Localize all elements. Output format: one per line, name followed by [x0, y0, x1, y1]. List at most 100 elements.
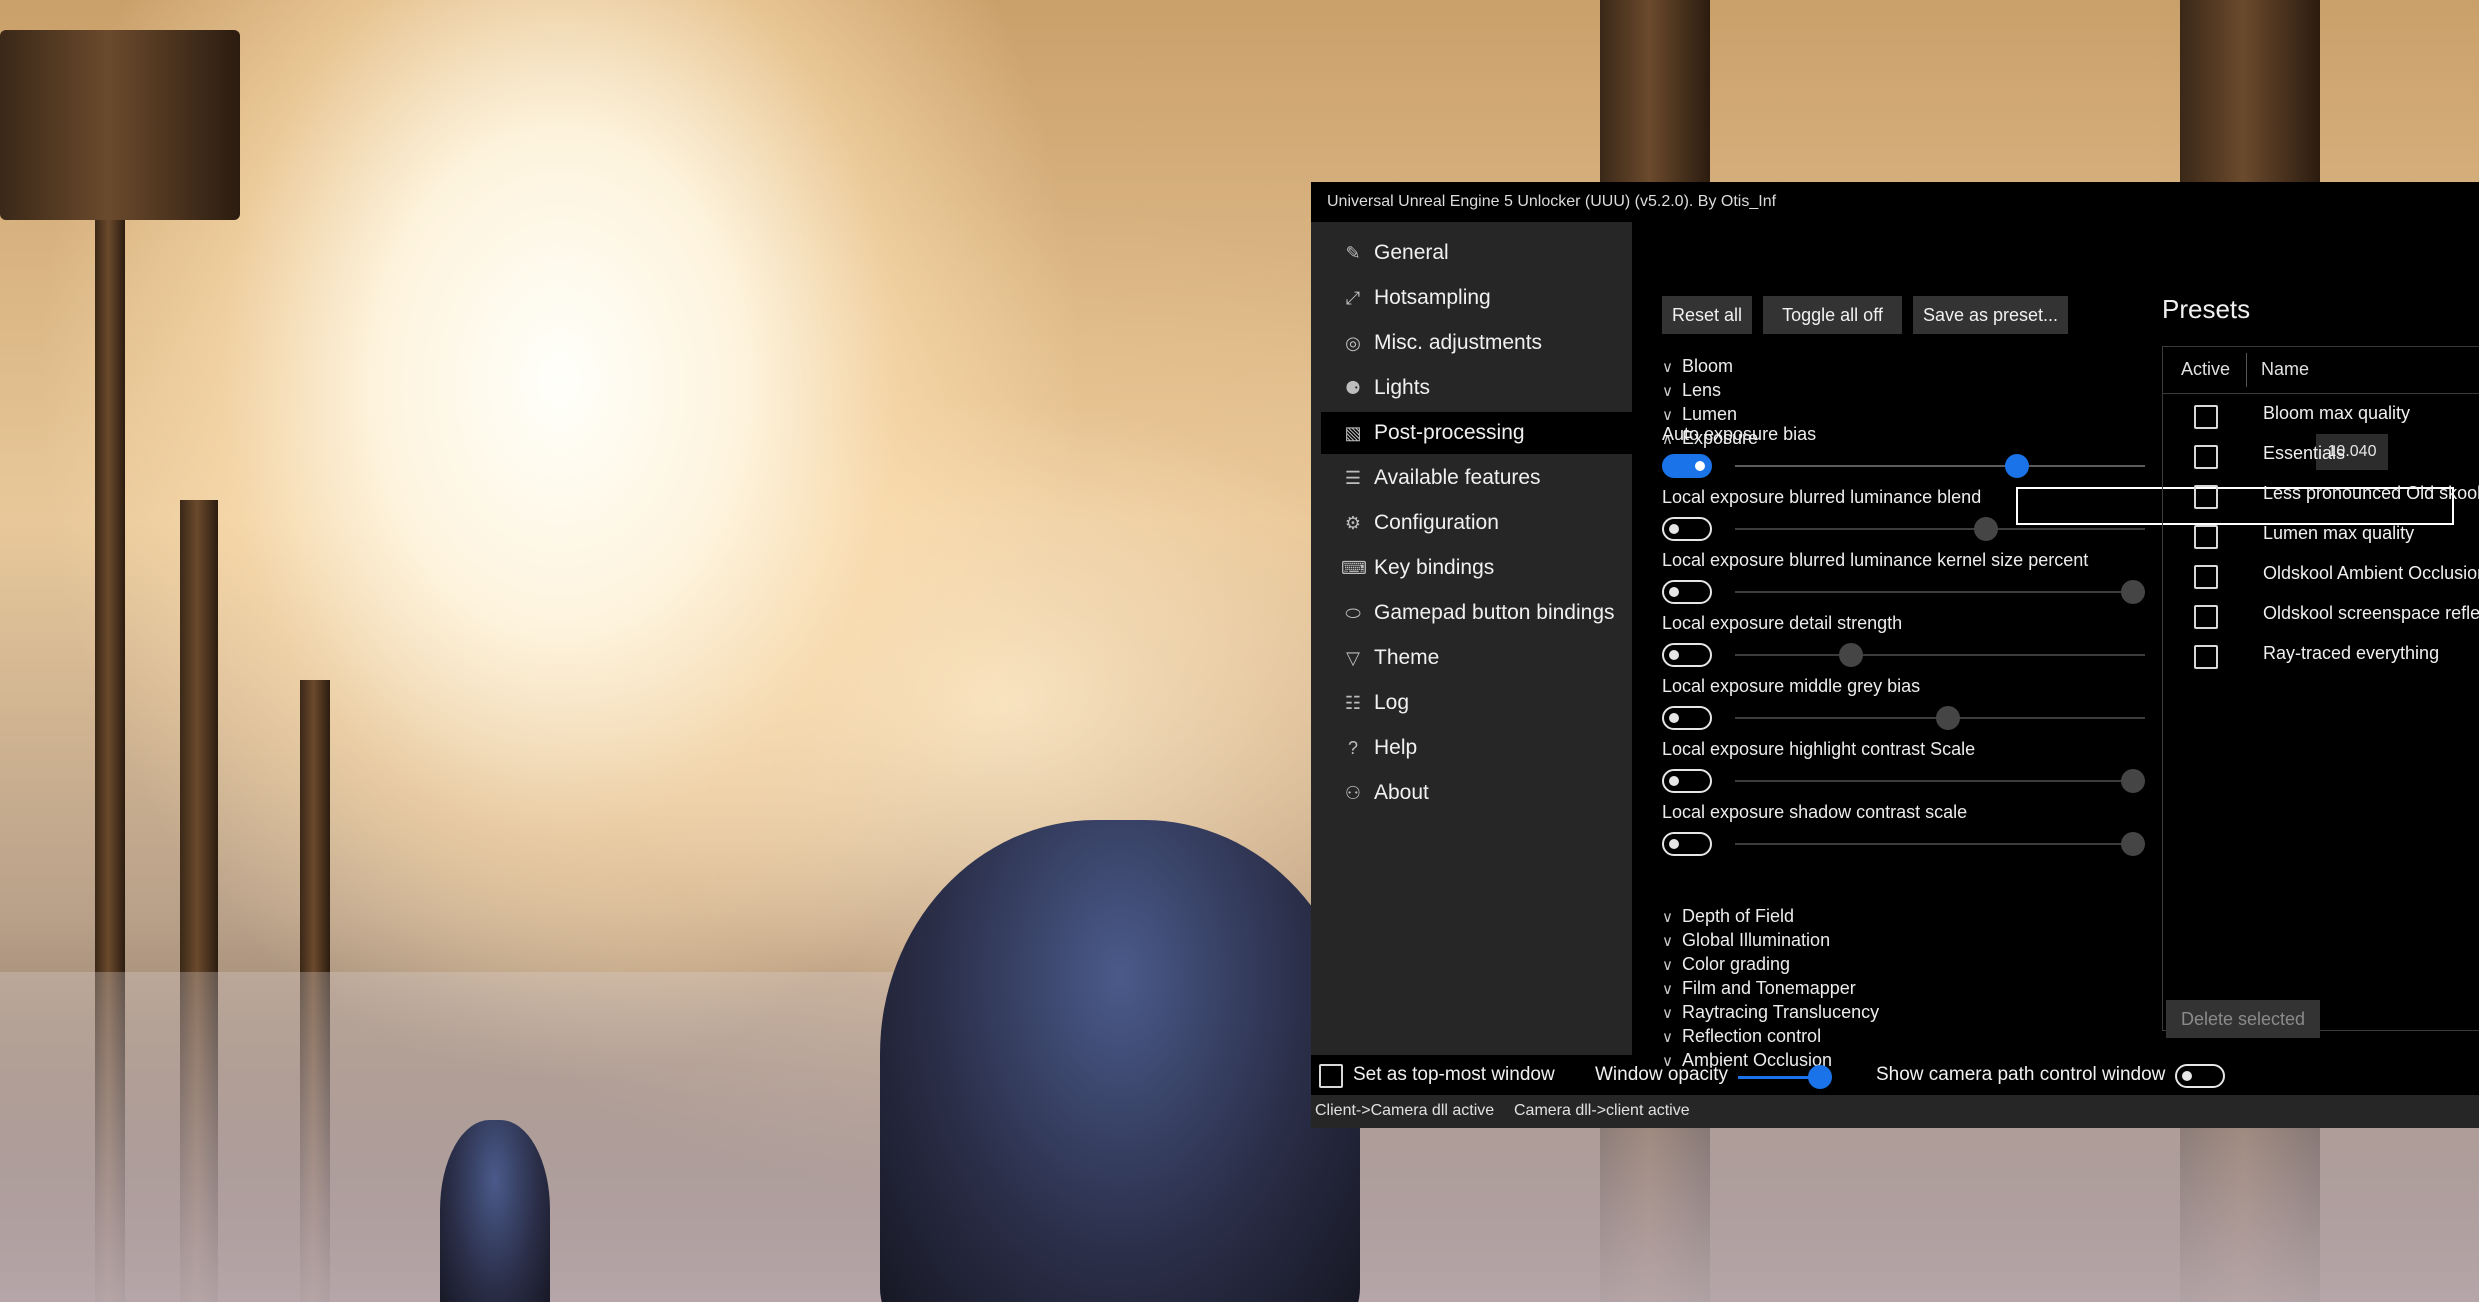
param-slider-track[interactable]	[1735, 528, 2145, 530]
sidebar-item-theme[interactable]: ▽ Theme	[1321, 637, 1632, 679]
param-slider-track[interactable]	[1735, 780, 2145, 782]
param-label: Local exposure blurred luminance kernel …	[1662, 550, 2089, 570]
paint-brush-icon: ▽	[1346, 648, 1360, 668]
section-label: Film and Tonemapper	[1682, 978, 1856, 998]
preset-row[interactable]: Oldskool screenspace reflections	[2163, 595, 2479, 635]
param-label: Auto exposure bias	[1662, 424, 1817, 444]
toggle-all-off-button[interactable]: Toggle all off	[1763, 296, 1902, 334]
param-slider-track[interactable]	[1735, 465, 2145, 467]
delete-selected-button[interactable]: Delete selected	[2166, 1000, 2320, 1038]
param-enable-toggle[interactable]	[1662, 706, 1712, 730]
param-label: Local exposure shadow contrast scale	[1662, 802, 1968, 822]
section-bloom[interactable]: ∨ Bloom	[1662, 356, 1733, 377]
section-depth-of-field[interactable]: ∨ Depth of Field	[1662, 906, 1794, 927]
param-slider-track[interactable]	[1735, 843, 2145, 845]
preset-active-checkbox[interactable]	[2194, 645, 2218, 669]
section-label: Global Illumination	[1682, 930, 1831, 950]
sidebar-item-general[interactable]: ✎ General	[1321, 232, 1632, 274]
sidebar-item-post-processing[interactable]: ▧ Post-processing	[1321, 412, 1632, 454]
param-slider-thumb[interactable]	[1935, 706, 1960, 730]
param-enable-toggle[interactable]	[1662, 643, 1712, 667]
sidebar-item-configuration[interactable]: ⚙ Configuration	[1321, 502, 1632, 544]
param-enable-toggle[interactable]	[1662, 832, 1712, 856]
column-header-active[interactable]: Active	[2181, 359, 2230, 380]
preset-row[interactable]: Lumen max quality	[2163, 515, 2479, 555]
lantern	[0, 30, 240, 220]
param-enable-toggle[interactable]	[1662, 517, 1712, 541]
document-icon: ☷	[1344, 693, 1362, 713]
sidebar-item-available-features[interactable]: ☰ Available features	[1321, 457, 1632, 499]
save-as-preset-button[interactable]: Save as preset...	[1913, 296, 2068, 334]
preset-row[interactable]: Bloom max quality	[2163, 395, 2479, 435]
preset-row[interactable]: Essentials	[2163, 435, 2479, 475]
window-title: Universal Unreal Engine 5 Unlocker (UUU)…	[1327, 193, 1777, 210]
chevron-down-icon: ∨	[1662, 359, 1673, 376]
section-label: Lens	[1682, 380, 1722, 400]
statue-figure	[440, 1120, 550, 1302]
param-enable-toggle[interactable]	[1662, 769, 1712, 793]
preset-active-checkbox[interactable]	[2194, 605, 2218, 629]
preset-active-checkbox[interactable]	[2194, 405, 2218, 429]
chevron-down-icon: ∨	[1662, 957, 1673, 974]
section-film-and-tonemapper[interactable]: ∨ Film and Tonemapper	[1662, 978, 1856, 999]
sidebar-item-lights[interactable]: ⚈ Lights	[1321, 367, 1632, 409]
globe-icon: ◎	[1345, 333, 1361, 353]
presets-table: Active Name Bloom max quality Essentials L…	[2162, 346, 2479, 1031]
section-label: Raytracing Translucency	[1682, 1002, 1880, 1022]
sidebar-item-label: Misc. adjustments	[1374, 331, 1543, 354]
section-lumen[interactable]: ∨ Lumen	[1662, 404, 1737, 425]
preset-active-checkbox[interactable]	[2194, 525, 2218, 549]
param-slider-track[interactable]	[1735, 654, 2145, 656]
preset-active-checkbox[interactable]	[2194, 565, 2218, 589]
chevron-down-icon: ∨	[1662, 1005, 1673, 1022]
sidebar-item-label: Lights	[1374, 376, 1431, 399]
chevron-down-icon: ∨	[1662, 407, 1673, 424]
chevron-down-icon: ∨	[1662, 1029, 1673, 1046]
column-header-name[interactable]: Name	[2261, 359, 2309, 380]
sidebar-item-label: Key bindings	[1374, 556, 1495, 579]
toggle-knob	[1669, 524, 1679, 534]
section-raytracing-translucency[interactable]: ∨ Raytracing Translucency	[1662, 1002, 1879, 1023]
toggle-knob	[1695, 461, 1705, 471]
sidebar-item-log[interactable]: ☷ Log	[1321, 682, 1632, 724]
topmost-window-checkbox[interactable]	[1319, 1064, 1343, 1088]
sidebar-item-hotsampling[interactable]: ⤢ Hotsampling	[1321, 277, 1632, 319]
sidebar-item-key-bindings[interactable]: ⌨ Key bindings	[1321, 547, 1632, 589]
section-lens[interactable]: ∨ Lens	[1662, 380, 1721, 401]
preset-active-checkbox[interactable]	[2194, 485, 2218, 509]
preset-row[interactable]: Oldskool Ambient Occlusion	[2163, 555, 2479, 595]
param-slider-thumb[interactable]	[1839, 643, 1864, 667]
section-label: Lumen	[1682, 404, 1738, 424]
param-slider-track[interactable]	[1735, 591, 2145, 593]
window-opacity-slider-thumb[interactable]	[1808, 1065, 1832, 1089]
gamepad-icon: ⬭	[1345, 603, 1361, 623]
section-reflection-control[interactable]: ∨ Reflection control	[1662, 1026, 1821, 1047]
status-bar: Client->Camera dll active Camera dll->cl…	[1311, 1095, 2479, 1128]
section-global-illumination[interactable]: ∨ Global Illumination	[1662, 930, 1830, 951]
image-edit-icon: ▧	[1344, 423, 1362, 443]
preset-row[interactable]: Less pronounced Old skool	[2163, 475, 2479, 515]
param-slider-thumb[interactable]	[1974, 517, 1999, 541]
column-separator	[2246, 353, 2247, 387]
camera-path-window-toggle[interactable]	[2175, 1064, 2225, 1088]
section-color-grading[interactable]: ∨ Color grading	[1662, 954, 1790, 975]
sidebar-item-help[interactable]: ? Help	[1321, 727, 1632, 769]
param-label: Local exposure blurred luminance blend	[1662, 487, 1982, 507]
param-enable-toggle[interactable]	[1662, 580, 1712, 604]
sidebar-item-about[interactable]: ⚇ About	[1321, 772, 1632, 814]
toggle-knob	[1669, 650, 1679, 660]
section-label: Reflection control	[1682, 1026, 1822, 1046]
chevron-down-icon: ∨	[1662, 909, 1673, 926]
sidebar-item-misc-adjustments[interactable]: ◎ Misc. adjustments	[1321, 322, 1632, 364]
preset-row[interactable]: Ray-traced everything	[2163, 635, 2479, 675]
preset-active-checkbox[interactable]	[2194, 445, 2218, 469]
reset-all-button[interactable]: Reset all	[1662, 296, 1752, 334]
sidebar-item-gamepad-button-bindings[interactable]: ⬭ Gamepad button bindings	[1321, 592, 1632, 634]
pencil-icon: ✎	[1345, 243, 1361, 263]
preset-name: Lumen max quality	[2263, 523, 2415, 543]
chevron-down-icon: ∨	[1662, 383, 1673, 400]
param-enable-toggle[interactable]	[1662, 454, 1712, 478]
sidebar-item-label: General	[1374, 241, 1449, 264]
lightbulb-icon: ⚈	[1344, 378, 1362, 398]
param-slider-thumb[interactable]	[2005, 454, 2030, 478]
